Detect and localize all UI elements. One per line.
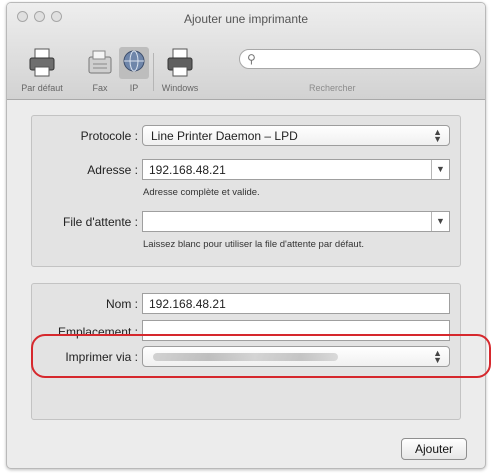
windows-printer-icon (167, 48, 193, 77)
add-printer-window: Ajouter une imprimante Par défaut Fax IP… (6, 2, 486, 469)
toolbar-label-ip: IP (129, 83, 139, 93)
globe-icon (119, 47, 149, 79)
toolbar-item-windows[interactable]: Windows (162, 47, 198, 93)
queue-field[interactable]: ▼ (142, 211, 450, 232)
printer-icon (29, 48, 55, 77)
name-label: Nom : (105, 297, 138, 311)
toolbar-label-windows: Windows (161, 83, 199, 93)
name-value: 192.168.48.21 (149, 297, 226, 311)
updown-arrows-icon: ▲ ▼ (433, 127, 442, 144)
toolbar-label-fax: Fax (92, 83, 108, 93)
protocol-value: Line Printer Daemon – LPD (151, 129, 298, 143)
toolbar-item-default[interactable]: Par défaut (21, 47, 63, 93)
connection-panel: Protocole : Line Printer Daemon – LPD ▲ ▼… (31, 115, 461, 267)
name-field[interactable]: 192.168.48.21 (142, 293, 450, 314)
toolbar-item-ip[interactable]: IP (119, 47, 149, 93)
address-label: Adresse : (87, 163, 138, 177)
fax-icon (88, 50, 112, 74)
window-title: Ajouter une imprimante (183, 12, 309, 26)
protocol-select[interactable]: Line Printer Daemon – LPD ▲ ▼ (142, 125, 450, 146)
toolbar-separator (153, 53, 154, 91)
queue-hint: Laissez blanc pour utiliser la file d'at… (143, 239, 364, 250)
toolbar: Ajouter une imprimante Par défaut Fax IP… (7, 3, 485, 100)
queue-label: File d'attente : (63, 215, 138, 229)
chevron-down-icon[interactable]: ▼ (431, 160, 449, 179)
chevron-down-icon[interactable]: ▼ (431, 212, 449, 231)
search-input[interactable]: ⚲ (239, 49, 481, 69)
address-field[interactable]: 192.168.48.21 ▼ (142, 159, 450, 180)
add-button[interactable]: Ajouter (401, 438, 467, 460)
toolbar-label-default: Par défaut (21, 83, 63, 93)
search-icon: ⚲ (247, 52, 256, 66)
address-value: 192.168.48.21 (149, 163, 226, 177)
search-label: Rechercher (309, 83, 356, 93)
address-hint: Adresse complète et valide. (143, 187, 260, 198)
highlight-annotation (31, 334, 491, 378)
toolbar-item-fax[interactable]: Fax (85, 47, 115, 93)
protocol-label: Protocole : (80, 129, 138, 143)
